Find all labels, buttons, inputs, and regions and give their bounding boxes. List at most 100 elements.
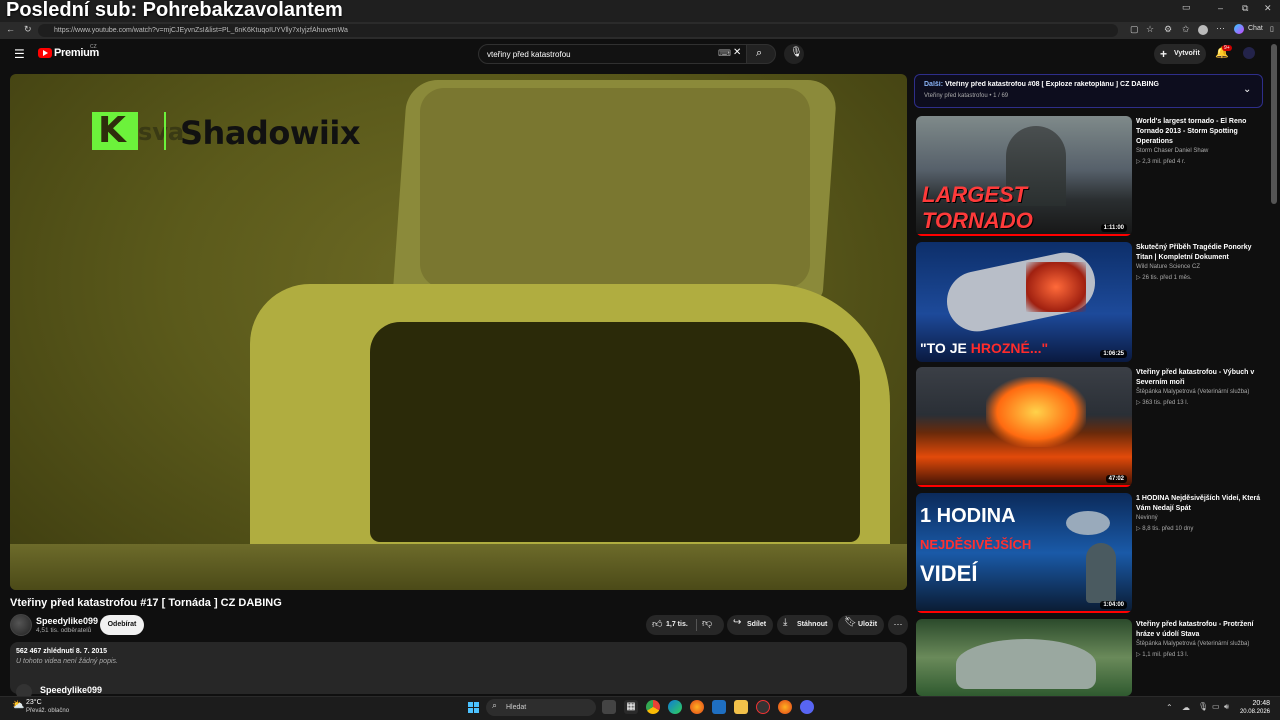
create-label: Vytvořit [1174,50,1200,57]
thumb-2-text: "TO JE HROZNÉ..." [920,340,1049,356]
firefox-icon[interactable] [690,700,704,714]
task-view-icon[interactable] [602,700,616,714]
keyboard-icon[interactable]: ⌨ [718,48,731,59]
sidebar-icon[interactable]: ▯ [1270,25,1274,33]
chevron-up-icon[interactable]: ⌃ [1166,703,1173,712]
thumbnail-2[interactable]: "TO JE HROZNÉ..." 1:06:25 [916,242,1132,362]
edge-icon[interactable] [668,700,682,714]
duration-badge: 1:06:25 [1100,350,1127,358]
back-icon[interactable]: ← [6,24,15,34]
minimize-icon[interactable]: – [1218,3,1223,13]
discord-icon[interactable] [800,700,814,714]
chat-button[interactable]: Chat [1248,25,1263,32]
thumbnail-3[interactable]: 47:02 [916,367,1132,487]
subscribe-button[interactable]: Odebírat [100,615,144,635]
rec-1-channel[interactable]: Storm Chaser Daniel Shaw [1136,148,1208,154]
close-icon[interactable]: ✕ [1264,3,1272,14]
mail-icon[interactable] [712,700,726,714]
search-input[interactable]: vteřiny před katastrofou [478,44,748,64]
volume-icon[interactable]: 🔊︎ [1224,702,1229,712]
dam-shape [956,639,1096,689]
channel-avatar[interactable] [10,614,32,636]
watch-progress [916,485,1132,487]
rec-5-meta: ▷ 1,1 mil. před 13 l. [1136,652,1189,658]
more-actions-button[interactable]: ⋯ [888,615,908,635]
rec-4-title[interactable]: 1 HODINA Nejděsivějších Videí, Která Vám… [1136,494,1268,514]
logo-region: CZ [90,44,97,50]
url-field[interactable]: https://www.youtube.com/watch?v=mjCJEyvn… [38,24,1118,37]
extension-icon[interactable]: ⚙ [1164,24,1172,35]
collections-icon[interactable]: ✩ [1182,24,1190,35]
app-icon[interactable] [756,700,770,714]
rec-3-channel[interactable]: Štěpánka Malypetrová (Veterinární služba… [1136,389,1249,395]
weather-icon[interactable]: ⛅ [12,700,24,711]
account-avatar[interactable] [1243,47,1255,59]
comment-author[interactable]: Speedylike099 [40,685,102,695]
chrome-icon[interactable] [646,700,660,714]
widgets-icon[interactable]: ▦ [624,700,638,714]
playlist-panel[interactable] [914,74,1263,108]
voice-search-button[interactable]: 🎙 [784,44,804,64]
youtube-logo-icon[interactable] [38,48,52,58]
onedrive-icon[interactable]: ☁ [1182,703,1190,712]
menu-icon[interactable]: ☰ [14,47,25,61]
rec-3-title[interactable]: Vteřiny před katastrofou - Výbuch v Seve… [1136,368,1268,388]
thumbs-down-icon[interactable]: 👎︎ [702,617,712,629]
playlist-next-video: Vteřiny před katastrofou #08 [ Exploze r… [945,81,1159,88]
clock-time[interactable]: 20:48 [1240,700,1270,707]
window-icon[interactable]: ▭ [1182,2,1191,13]
rec-5-title[interactable]: Vteřiny před katastrofou - Protržení hrá… [1136,620,1268,640]
weather-temp[interactable]: 23°C [26,699,42,706]
views-and-date: 562 467 zhlédnutí 8. 7. 2015 [16,648,108,655]
page-scrollbar[interactable] [1271,44,1277,204]
video-player[interactable]: K sva Shadowiix [10,74,907,590]
description-box[interactable] [10,642,907,694]
favorite-icon[interactable]: ☆ [1146,24,1154,35]
rec-5-channel[interactable]: Štěpánka Malypetrová (Veterinární služba… [1136,641,1249,647]
clock-date[interactable]: 20.08.2026 [1236,709,1270,715]
plus-icon: + [1160,47,1168,61]
watermark-sva: sva [138,118,185,146]
duration-badge: 1:04:00 [1100,601,1127,609]
copilot-icon[interactable] [1234,24,1244,34]
windows-start-icon[interactable] [468,702,480,714]
thumb-1-text-1: LARGEST [922,182,1028,207]
watermark-text: Shadowiix [180,114,360,152]
mic-tray-icon[interactable]: 🎙 [1198,702,1208,711]
rec-2-title[interactable]: Skutečný Příběh Tragédie Ponorky Titan |… [1136,243,1268,263]
thumbnail-4[interactable]: 1 HODINA NEJDĚSIVĚJŠÍCH VIDEÍ 1:04:00 [916,493,1132,613]
download-icon: ⤓ [783,617,788,628]
rec-1-meta: ▷ 2,3 mil. před 4 r. [1136,159,1186,165]
no-description-text: U tohoto videa není žádný popis. [16,658,118,665]
clear-search-icon[interactable]: ✕ [733,47,741,58]
explosion-shape [1026,262,1086,312]
rec-2-channel[interactable]: Wild Nature Science CZ [1136,264,1200,270]
notifications-badge: 9+ [1222,45,1232,51]
subscriber-count: 4,51 tis. odběratelů [36,627,92,634]
network-icon[interactable]: ▭ [1212,702,1220,711]
stream-overlay-title: Poslední sub: Pohrebakzavolantem [6,0,343,21]
bookmark-icon: 🔖︎ [844,617,857,628]
reload-icon[interactable]: ↻ [24,24,32,35]
playlist-next-title[interactable]: Další: Vteřiny před katastrofou #08 [ Ex… [924,81,1234,88]
search-button[interactable]: ⌕ [746,44,776,64]
more-icon[interactable]: ⋯ [1216,23,1225,34]
taskbar-search[interactable]: Hledat [486,699,596,716]
firefox-dev-icon[interactable] [778,700,792,714]
thumbnail-5[interactable] [916,619,1132,696]
video-title: Vteřiny před katastrofou #17 [ Tornáda ]… [10,597,282,609]
profile-avatar[interactable] [1198,25,1208,35]
thumbnail-1[interactable]: LARGEST TORNADO 1:11:00 [916,116,1132,236]
weather-desc: Převáž. oblačno [26,708,70,714]
channel-name[interactable]: Speedylike099 [36,616,98,626]
tab-icon[interactable]: ▢ [1130,24,1139,35]
file-explorer-icon[interactable] [734,700,748,714]
create-button[interactable]: + Vytvořit [1154,44,1206,64]
chevron-down-icon[interactable]: ⌄ [1243,84,1251,95]
rec-4-channel[interactable]: Nevinný [1136,515,1158,521]
video-frame-trunk [370,322,860,542]
watermark-logo-icon: K [92,110,138,151]
rec-1-title[interactable]: World's largest tornado - El Reno Tornad… [1136,117,1268,147]
maximize-icon[interactable]: ⧉ [1242,3,1248,14]
duration-badge: 47:02 [1105,475,1127,483]
